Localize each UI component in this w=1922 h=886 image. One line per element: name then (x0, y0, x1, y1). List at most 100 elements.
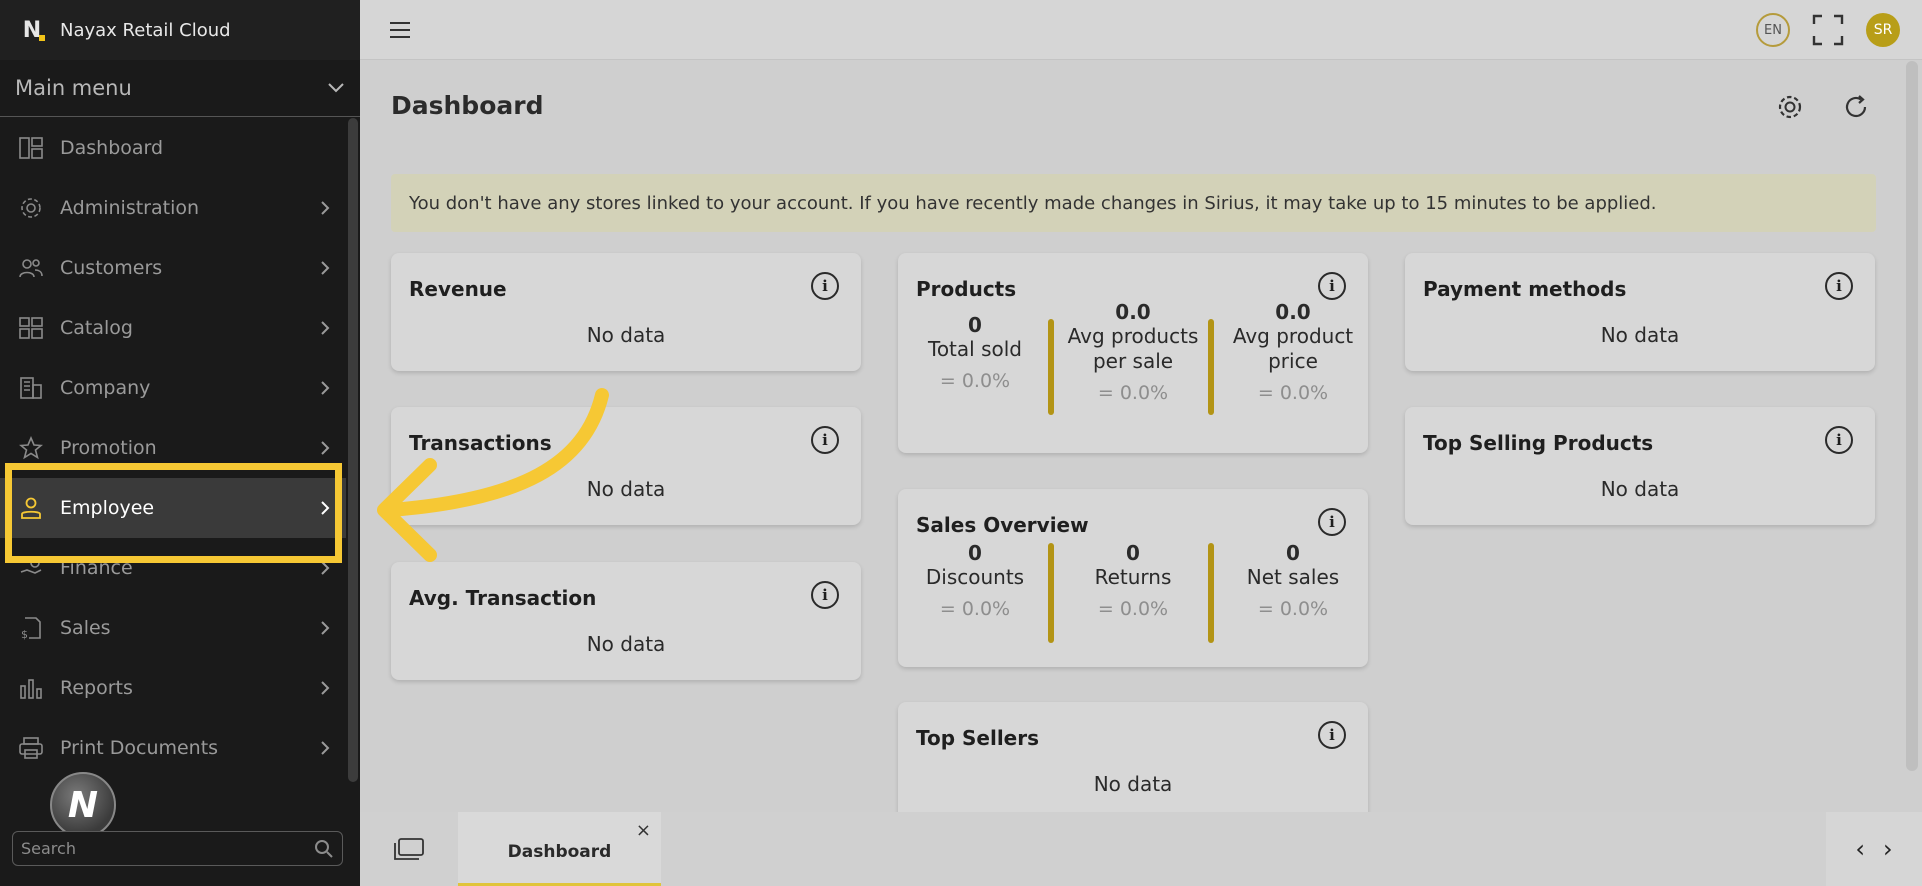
metric-change: = 0.0% (1257, 598, 1329, 620)
metric-label: Returns (1094, 565, 1172, 589)
no-data-text: No data (586, 477, 666, 501)
building-icon (18, 375, 44, 401)
brand[interactable]: N Nayax Retail Cloud (0, 0, 360, 60)
hamburger-menu-icon[interactable] (388, 18, 412, 42)
main-menu-label: Main menu (15, 76, 132, 100)
dashboard-icon (18, 135, 44, 161)
sidebar-item-label: Customers (60, 257, 163, 279)
metric-separator (1208, 543, 1214, 643)
metric-change: = 0.0% (1257, 382, 1329, 404)
info-icon[interactable]: i (811, 272, 839, 300)
metric-change: = 0.0% (939, 370, 1011, 392)
chevron-down-icon (328, 83, 344, 93)
sidebar-scrollbar[interactable] (348, 118, 358, 782)
card-title: Sales Overview (916, 513, 1089, 537)
metric-total-sold: 0 Total sold = 0.0% (900, 313, 1050, 392)
bar-chart-icon (18, 675, 44, 701)
metric-label: Net sales (1246, 565, 1340, 589)
sidebar-item-label: Catalog (60, 317, 133, 339)
top-bar: EN SR (360, 0, 1922, 60)
gear-icon (18, 195, 44, 221)
sidebar-nav: Dashboard Administration Customers Catal… (0, 118, 346, 778)
card-title: Avg. Transaction (409, 586, 597, 610)
metric-value: 0 (968, 313, 982, 337)
products-card: Products i 0 Total sold = 0.0% 0.0 Avg p… (898, 253, 1368, 453)
top-sellers-card: Top Sellers i No data (898, 702, 1368, 822)
metric-returns: 0 Returns = 0.0% (1058, 541, 1208, 620)
sidebar-item-dashboard[interactable]: Dashboard (0, 118, 346, 178)
close-icon[interactable]: × (636, 820, 651, 841)
language-selector[interactable]: EN (1756, 13, 1790, 47)
employee-highlight-box (5, 463, 342, 563)
user-avatar[interactable]: SR (1866, 13, 1900, 47)
tab-dashboard[interactable]: Dashboard × (458, 812, 661, 886)
main-content: Dashboard You don't have any stores link… (360, 61, 1908, 822)
sidebar-item-customers[interactable]: Customers (0, 238, 346, 298)
no-data-text: No data (1093, 772, 1173, 796)
payment-methods-card: Payment methods i No data (1405, 253, 1875, 371)
settings-gear-icon[interactable] (1776, 93, 1804, 121)
sidebar-item-catalog[interactable]: Catalog (0, 298, 346, 358)
metric-label: Avg products per sale (1067, 324, 1199, 373)
tab-scroll-right-icon[interactable]: › (1883, 835, 1893, 863)
chevron-right-icon (318, 438, 332, 458)
metric-value: 0 (1286, 541, 1300, 565)
card-title: Top Selling Products (1423, 431, 1654, 455)
sidebar-item-reports[interactable]: Reports (0, 658, 346, 718)
sidebar-search[interactable] (12, 831, 343, 866)
sidebar-item-label: Print Documents (60, 737, 219, 759)
metric-label: Discounts (925, 565, 1025, 589)
info-icon[interactable]: i (1318, 721, 1346, 749)
metric-change: = 0.0% (1097, 598, 1169, 620)
info-icon[interactable]: i (1318, 508, 1346, 536)
chevron-right-icon (318, 198, 332, 218)
metric-separator (1048, 319, 1054, 415)
info-icon[interactable]: i (811, 581, 839, 609)
chevron-right-icon (318, 378, 332, 398)
app-title: Nayax Retail Cloud (60, 19, 231, 41)
metric-value: 0.0 (1115, 300, 1151, 324)
assistant-avatar[interactable]: N (50, 772, 116, 838)
main-scrollbar[interactable] (1906, 61, 1918, 771)
no-data-text: No data (586, 323, 666, 347)
metric-value: 0.0 (1275, 300, 1311, 324)
bottom-tab-bar: Dashboard × ‹ › (360, 812, 1922, 886)
card-title: Products (916, 277, 1017, 301)
open-tabs-icon[interactable] (394, 838, 424, 860)
grid-icon (18, 315, 44, 341)
printer-icon (18, 735, 44, 761)
revenue-card: Revenue i No data (391, 253, 861, 371)
users-icon (18, 255, 44, 281)
no-data-text: No data (1600, 477, 1680, 501)
sidebar-item-label: Promotion (60, 437, 157, 459)
tab-scroll-left-icon[interactable]: ‹ (1855, 835, 1865, 863)
sidebar-item-sales[interactable]: $ Sales (0, 598, 346, 658)
sidebar-search-input[interactable] (21, 839, 314, 858)
transactions-card: Transactions i No data (391, 407, 861, 525)
info-icon[interactable]: i (1825, 272, 1853, 300)
top-selling-products-card: Top Selling Products i No data (1405, 407, 1875, 525)
sidebar-item-label: Sales (60, 617, 111, 639)
svg-text:$: $ (21, 628, 28, 640)
info-icon[interactable]: i (1318, 272, 1346, 300)
info-icon[interactable]: i (1825, 426, 1853, 454)
sidebar-item-print-documents[interactable]: Print Documents (0, 718, 346, 778)
sidebar-item-administration[interactable]: Administration (0, 178, 346, 238)
sidebar: N Nayax Retail Cloud Main menu Dashboard… (0, 0, 360, 886)
info-icon[interactable]: i (811, 426, 839, 454)
metric-avg-products-per-sale: 0.0 Avg products per sale = 0.0% (1058, 300, 1208, 404)
chevron-right-icon (318, 258, 332, 278)
search-icon[interactable] (314, 839, 334, 859)
fullscreen-icon[interactable] (1812, 14, 1844, 46)
chevron-right-icon (318, 738, 332, 758)
metric-net-sales: 0 Net sales = 0.0% (1218, 541, 1368, 620)
main-menu-toggle[interactable]: Main menu (0, 60, 360, 117)
nayax-logo: N (18, 16, 46, 44)
metric-change: = 0.0% (1097, 382, 1169, 404)
sidebar-item-label: Administration (60, 197, 200, 219)
sidebar-item-label: Company (60, 377, 151, 399)
metric-label: Avg product price (1232, 324, 1354, 373)
refresh-icon[interactable] (1842, 93, 1870, 121)
sidebar-item-company[interactable]: Company (0, 358, 346, 418)
card-title: Top Sellers (916, 726, 1040, 750)
